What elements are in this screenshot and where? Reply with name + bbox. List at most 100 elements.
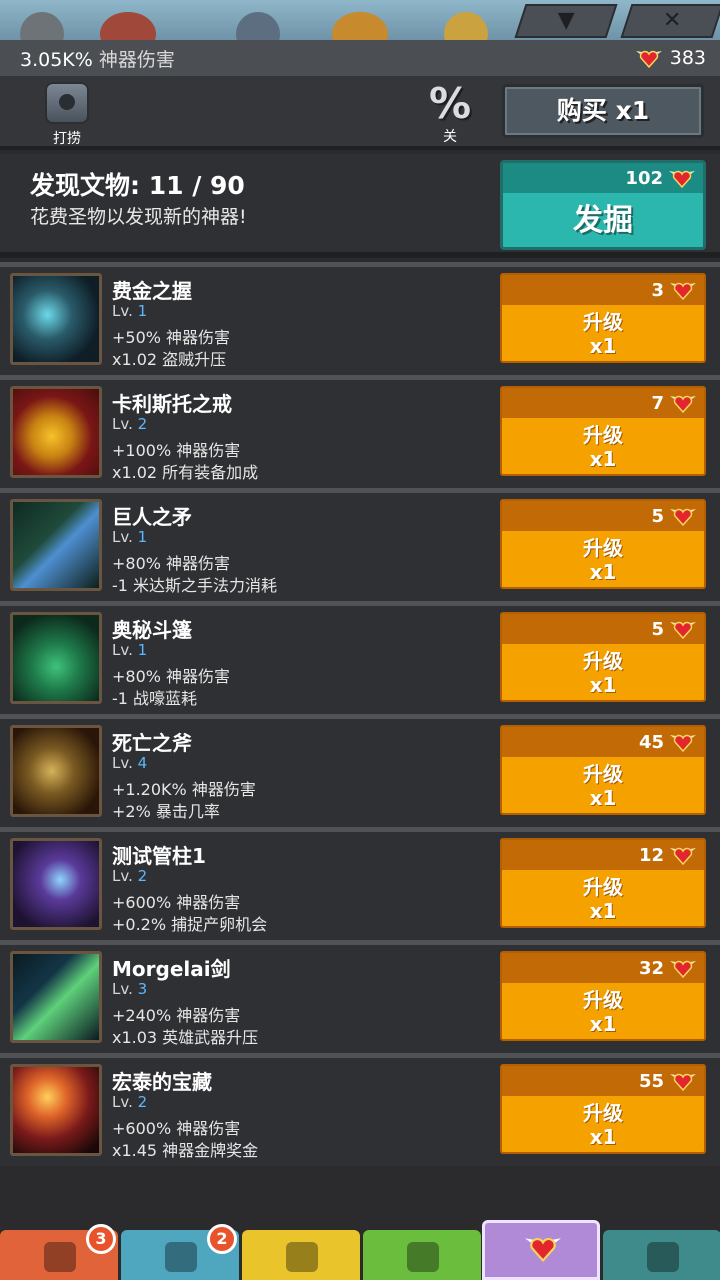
artifact-effect-secondary: -1 战嚎蓝耗 [112, 689, 198, 708]
upgrade-cost: 12 [502, 840, 704, 870]
close-panel-button[interactable]: ✕ [620, 4, 720, 38]
artifact-toolbar: 打捞 % 关 购买 x1 [0, 76, 720, 150]
artifact-name: 测试管柱1 [112, 844, 206, 868]
upgrade-button[interactable]: 45 升级 x1 [500, 725, 706, 815]
artifact-level: Lv. 1 [112, 528, 147, 546]
artifact-effect-primary: +600% 神器伤害 [112, 893, 241, 912]
dig-cost-value: 102 [625, 167, 663, 189]
winged-heart-icon [670, 619, 696, 640]
dig-button[interactable]: 102 发掘 [500, 160, 706, 250]
upgrade-text: 升级 [583, 988, 623, 1012]
artifact-damage-summary: 3.05K% 神器伤害 [20, 45, 175, 72]
upgrade-multiplier: x1 [589, 1012, 617, 1036]
upgrade-button[interactable]: 55 升级 x1 [500, 1064, 706, 1154]
upgrade-text: 升级 [583, 536, 623, 560]
salvage-icon [45, 82, 89, 124]
level-number: 2 [137, 415, 148, 433]
upgrade-text: 升级 [583, 423, 623, 447]
percent-toggle[interactable]: % 关 [424, 82, 476, 146]
artifact-effect-primary: +50% 神器伤害 [112, 328, 231, 347]
artifact-name: 死亡之斧 [112, 731, 192, 755]
artifact-effect-primary: +600% 神器伤害 [112, 1119, 241, 1138]
nav-tab-equipment[interactable] [242, 1230, 360, 1280]
winged-heart-icon [669, 168, 695, 189]
artifact-effect-secondary: -1 米达斯之手法力消耗 [112, 576, 278, 595]
ui-orb-icon [444, 12, 488, 40]
ui-orb-icon [332, 12, 388, 40]
upgrade-text: 升级 [583, 762, 623, 786]
artifact-name: 宏泰的宝藏 [112, 1070, 212, 1094]
nav-tab-hero[interactable]: 2 [121, 1224, 239, 1280]
artifact-name: 奥秘斗篷 [112, 618, 192, 642]
upgrade-cost: 5 [502, 614, 704, 644]
upgrade-cost-value: 55 [638, 1070, 664, 1092]
sword-icon [44, 1242, 76, 1272]
upgrade-button[interactable]: 5 升级 x1 [500, 612, 706, 702]
artifact-row: 宏泰的宝藏 Lv. 2 +600% 神器伤害 x1.45 神器金牌奖金 55 升… [0, 1053, 720, 1166]
upgrade-multiplier: x1 [589, 560, 617, 584]
artifact-row: 死亡之斧 Lv. 4 +1.20K% 神器伤害 +2% 暴击几率 45 升级 x1 [0, 714, 720, 827]
upgrade-multiplier: x1 [589, 673, 617, 697]
nav-tab-pet[interactable] [363, 1230, 481, 1280]
sword-icon [10, 951, 102, 1043]
game-scene-strip: ▼ ✕ [0, 0, 720, 40]
shop-icon [647, 1242, 679, 1272]
notification-badge: 3 [86, 1224, 116, 1254]
winged-heart-icon [670, 732, 696, 753]
level-prefix: Lv. [112, 528, 133, 546]
upgrade-label: 升级 x1 [502, 1096, 704, 1149]
level-number: 2 [137, 1093, 148, 1111]
level-prefix: Lv. [112, 302, 133, 320]
upgrade-label: 升级 x1 [502, 418, 704, 471]
artifact-row: 费金之握 Lv. 1 +50% 神器伤害 x1.02 盗贼升压 3 升级 x1 [0, 262, 720, 375]
level-prefix: Lv. [112, 867, 133, 885]
nav-tab-artifacts[interactable] [482, 1220, 600, 1280]
level-number: 1 [137, 302, 148, 320]
relic-count: 383 [669, 47, 706, 69]
ring-icon [10, 386, 102, 478]
salvage-label: 打捞 [53, 131, 81, 147]
artifact-effect-secondary: x1.03 英雄武器升压 [112, 1028, 259, 1047]
upgrade-button[interactable]: 7 升级 x1 [500, 386, 706, 476]
coin-icon [10, 1064, 102, 1156]
bottom-navigation: 3 2 [0, 1220, 720, 1280]
relic-counter: 383 [635, 47, 706, 69]
artifact-effect-primary: +240% 神器伤害 [112, 1006, 241, 1025]
glove-icon [10, 838, 102, 930]
upgrade-cost: 7 [502, 388, 704, 418]
upgrade-button[interactable]: 3 升级 x1 [500, 273, 706, 363]
artifact-effect-primary: +80% 神器伤害 [112, 667, 231, 686]
upgrade-label: 升级 x1 [502, 870, 704, 923]
buy-multiplier-button[interactable]: 购买 x1 [502, 84, 704, 138]
winged-heart-icon [635, 48, 662, 69]
level-number: 1 [137, 641, 148, 659]
shirt-icon [286, 1242, 318, 1272]
ui-orb-icon [236, 12, 280, 40]
artifact-effect-secondary: x1.02 盗贼升压 [112, 350, 227, 369]
upgrade-button[interactable]: 12 升级 x1 [500, 838, 706, 928]
collapse-panel-button[interactable]: ▼ [514, 4, 618, 38]
upgrade-button[interactable]: 5 升级 x1 [500, 499, 706, 589]
nav-tab-shop[interactable] [603, 1230, 720, 1280]
upgrade-multiplier: x1 [589, 334, 617, 358]
axe-icon [10, 725, 102, 817]
pet-icon [407, 1242, 439, 1272]
gauntlet-icon [10, 273, 102, 365]
level-prefix: Lv. [112, 980, 133, 998]
artifact-effect-primary: +100% 神器伤害 [112, 441, 241, 460]
upgrade-button[interactable]: 32 升级 x1 [500, 951, 706, 1041]
discover-description: 花费圣物以发现新的神器! [30, 206, 247, 228]
percent-icon: % [428, 79, 472, 128]
down-arrow-icon: ▼ [557, 8, 575, 33]
artifact-level: Lv. 3 [112, 980, 147, 998]
salvage-button[interactable]: 打捞 [42, 82, 92, 148]
upgrade-cost: 55 [502, 1066, 704, 1096]
artifact-row: 卡利斯托之戒 Lv. 2 +100% 神器伤害 x1.02 所有装备加成 7 升… [0, 375, 720, 488]
artifact-name: Morgelai剑 [112, 957, 231, 981]
upgrade-cost-value: 7 [651, 392, 664, 414]
upgrade-multiplier: x1 [589, 899, 617, 923]
artifact-level: Lv. 2 [112, 867, 147, 885]
upgrade-cost: 32 [502, 953, 704, 983]
spear-icon [10, 499, 102, 591]
nav-tab-sword[interactable]: 3 [0, 1224, 118, 1280]
